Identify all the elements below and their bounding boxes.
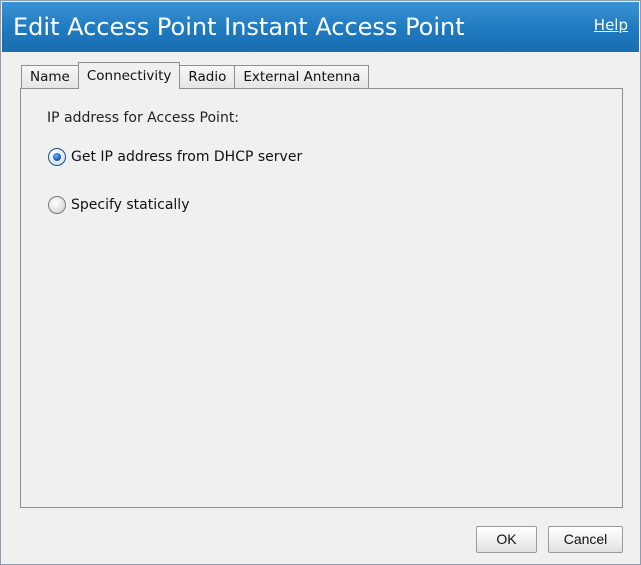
ip-address-label: IP address for Access Point: bbox=[47, 110, 240, 126]
dhcp-radio-button[interactable] bbox=[48, 148, 66, 166]
help-link[interactable]: Help bbox=[594, 16, 628, 34]
tab-connectivity[interactable]: Connectivity bbox=[77, 62, 181, 89]
cancel-button[interactable]: Cancel bbox=[548, 526, 623, 553]
dhcp-option[interactable]: Get IP address from DHCP server bbox=[48, 148, 302, 166]
dialog-title-bar: Edit Access Point Instant Access Point H… bbox=[2, 2, 639, 52]
dhcp-option-label: Get IP address from DHCP server bbox=[71, 149, 303, 165]
tab-external-antenna[interactable]: External Antenna bbox=[234, 65, 370, 89]
static-option[interactable]: Specify statically bbox=[48, 196, 189, 214]
edit-access-point-dialog: Edit Access Point Instant Access Point H… bbox=[0, 0, 641, 565]
tab-bar: Name Connectivity Radio External Antenna bbox=[21, 62, 370, 89]
connectivity-panel: IP address for Access Point: Get IP addr… bbox=[20, 88, 623, 508]
dialog-title: Edit Access Point Instant Access Point bbox=[13, 13, 465, 41]
ok-button[interactable]: OK bbox=[476, 526, 537, 553]
static-radio-button[interactable] bbox=[48, 196, 66, 214]
static-option-label: Specify statically bbox=[71, 197, 190, 213]
tab-name[interactable]: Name bbox=[21, 65, 79, 89]
tab-radio[interactable]: Radio bbox=[179, 65, 236, 89]
